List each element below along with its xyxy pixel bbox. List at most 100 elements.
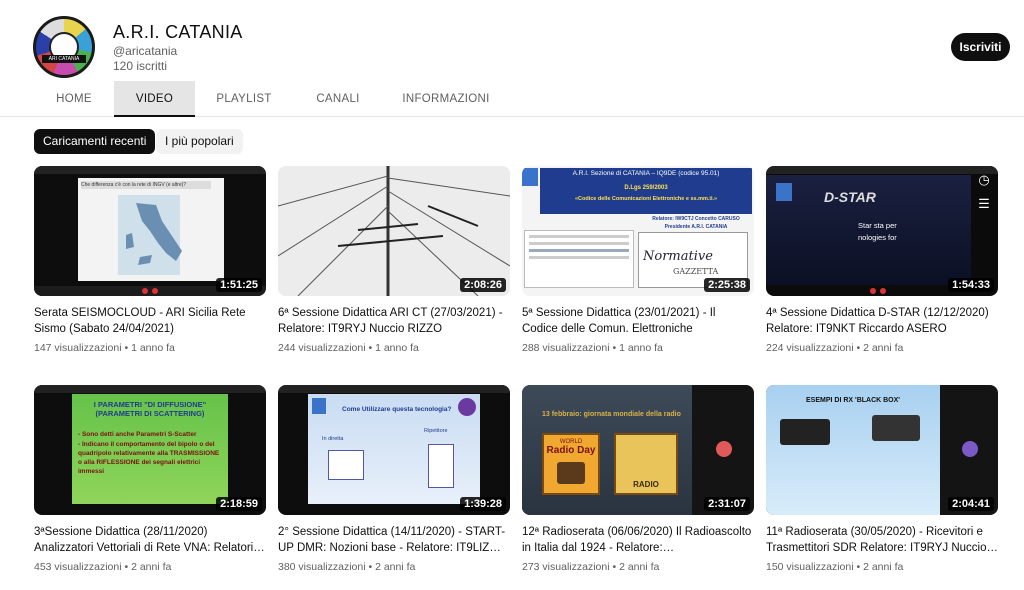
tab-informazioni[interactable]: INFORMAZIONI [390,81,502,117]
slide-title: Come Utilizzare questa tecnologia? [342,406,452,413]
view-count: 288 visualizzazioni [522,342,610,354]
antenna-tower-image [278,166,510,296]
ari-logo-icon [312,398,326,414]
participant-avatar [962,441,978,457]
video-duration: 2:04:41 [948,497,994,511]
slide-speaker-text: Relatore: IW9CTJ Concetto CARUSO [652,216,740,222]
video-thumbnail[interactable]: D-STAR Star sta per nologies for ◷ ☰ 1:5… [766,166,998,296]
thumb-slide: Che differenza c'è con la rete di INGV (… [78,178,224,281]
video-card[interactable]: Che differenza c'è con la rete di INGV (… [34,166,266,354]
upload-age: 2 anni fa [863,561,904,573]
thumb-slide: ESEMPI DI RX 'BLACK BOX' [766,385,940,515]
slide-body-1: - Sono detti anche Parametri S-Scatter [78,431,197,438]
video-card[interactable]: I PARAMETRI "DI DIFFUSIONE" (PARAMETRI D… [34,385,266,573]
dstar-logo: D-STAR [824,189,876,205]
thumb-toolbar [766,166,998,174]
subscriber-count: 120 iscritti [113,59,168,73]
upload-age: 1 anno fa [131,342,175,354]
poster-radio: RADIO [633,480,659,489]
video-thumbnail[interactable]: Che differenza c'è con la rete di INGV (… [34,166,266,296]
video-card[interactable]: Come Utilizzare questa tecnologia? In di… [278,385,510,573]
thumb-slide-header: A.R.I. Sezione di CATANIA – IQ9DE (codic… [540,168,752,214]
watch-later-icon[interactable]: ◷ [976,172,992,188]
tab-home[interactable]: HOME [35,81,113,117]
video-thumbnail[interactable]: I PARAMETRI "DI DIFFUSIONE" (PARAMETRI D… [34,385,266,515]
view-count: 273 visualizzazioni [522,561,610,573]
avatar-label: ARI CATANIA [42,55,86,63]
upload-age: 2 anni fa [375,561,416,573]
video-metadata: 453 visualizzazioni • 2 anni fa [34,561,172,573]
video-thumbnail[interactable]: 13 febbraio: giornata mondiale della rad… [522,385,754,515]
view-count: 224 visualizzazioni [766,342,854,354]
document-preview [524,230,634,288]
record-icon [142,288,148,294]
video-metadata: 244 visualizzazioni • 1 anno fa [278,342,419,354]
ari-logo-icon [522,168,538,186]
thumb-toolbar [34,385,266,393]
video-title[interactable]: 5ª Sessione Didattica (23/01/2021) - Il … [522,306,754,337]
video-thumbnail[interactable]: 2:08:26 [278,166,510,296]
slide-direct-label: In diretta [322,436,344,442]
video-duration: 2:31:07 [704,497,750,511]
sdr-device-image [872,415,920,441]
normative-text: Normative [643,249,713,264]
video-thumbnail[interactable]: Come Utilizzare questa tecnologia? In di… [278,385,510,515]
subscribe-button[interactable]: Iscriviti [951,33,1010,61]
tab-video[interactable]: VIDEO [114,81,195,117]
chip-most-popular[interactable]: I più popolari [156,129,243,154]
video-thumbnail[interactable]: ESEMPI DI RX 'BLACK BOX' 2:04:41 [766,385,998,515]
slide-title: ESEMPI DI RX 'BLACK BOX' [806,397,900,404]
slide-title: I PARAMETRI "DI DIFFUSIONE" (PARAMETRI D… [93,400,207,418]
video-thumbnail[interactable]: A.R.I. Sezione di CATANIA – IQ9DE (codic… [522,166,754,296]
record-icon [152,288,158,294]
slide-law-text: D.Lgs 259/2003 [624,185,668,191]
record-icon [870,288,876,294]
radio-poster: RADIO [614,433,678,495]
dmr-logo-icon [458,398,476,416]
add-to-queue-icon[interactable]: ☰ [976,196,992,212]
participant-avatar [716,441,732,457]
italy-map [118,195,182,275]
video-card[interactable]: A.R.I. Sezione di CATANIA – IQ9DE (codic… [522,166,754,354]
slide-header-text: A.R.I. Sezione di CATANIA – IQ9DE (codic… [572,170,720,177]
video-metadata: 147 visualizzazioni • 1 anno fa [34,342,175,354]
video-card[interactable]: 13 febbraio: giornata mondiale della rad… [522,385,754,573]
upload-age: 2 anni fa [863,342,904,354]
thumb-slide: I PARAMETRI "DI DIFFUSIONE" (PARAMETRI D… [72,394,228,504]
video-duration: 2:18:59 [216,497,262,511]
video-title[interactable]: 6ª Sessione Didattica ARI CT (27/03/2021… [278,306,510,337]
upload-age: 2 anni fa [619,561,660,573]
repeater-diagram [428,444,454,488]
video-metadata: 380 visualizzazioni • 2 anni fa [278,561,416,573]
channel-handle: @aricatania [113,44,178,58]
video-title[interactable]: 12ª Radioserata (06/06/2020) Il Radioasc… [522,525,754,556]
channel-avatar[interactable]: ARI CATANIA [33,16,95,78]
thumb-toolbar [34,166,266,174]
video-title[interactable]: 2° Sessione Didattica (14/11/2020) - STA… [278,525,510,556]
view-count: 147 visualizzazioni [34,342,122,354]
video-title[interactable]: Serata SEISMOCLOUD - ARI Sicilia Rete Si… [34,306,266,337]
video-title[interactable]: 4ª Sessione Didattica D-STAR (12/12/2020… [766,306,998,337]
video-card[interactable]: D-STAR Star sta per nologies for ◷ ☰ 1:5… [766,166,998,354]
slide-line-1: Star sta per [858,221,897,230]
slide-president-text: Presidente A.R.I. CATANIA [664,224,728,230]
channel-name: A.R.I. CATANIA [113,22,243,42]
radio-diagram [328,450,364,480]
chip-recent-uploads[interactable]: Caricamenti recenti [34,129,156,154]
video-card[interactable]: 2:08:26 6ª Sessione Didattica ARI CT (27… [278,166,510,354]
video-card[interactable]: ESEMPI DI RX 'BLACK BOX' 2:04:41 11ª Rad… [766,385,998,573]
upload-age: 1 anno fa [619,342,663,354]
video-title[interactable]: 11ª Radioserata (30/05/2020) - Ricevitor… [766,525,998,556]
thumb-slide: 13 febbraio: giornata mondiale della rad… [522,385,692,515]
thumb-slide-title: Che differenza c'è con la rete di INGV (… [81,181,211,189]
video-metadata: 150 visualizzazioni • 2 anni fa [766,561,904,573]
upload-age: 2 anni fa [131,561,172,573]
video-duration: 1:39:28 [460,497,506,511]
tab-playlist[interactable]: PLAYLIST [200,81,288,117]
video-metadata: 273 visualizzazioni • 2 anni fa [522,561,660,573]
video-title[interactable]: 3ªSessione Didattica (28/11/2020) Analiz… [34,525,266,556]
world-radio-day-poster: WORLD Radio Day [542,433,600,495]
tab-canali[interactable]: CANALI [298,81,378,117]
ari-logo-icon [776,183,792,201]
gazzetta-text: GAZZETTA [673,267,719,276]
